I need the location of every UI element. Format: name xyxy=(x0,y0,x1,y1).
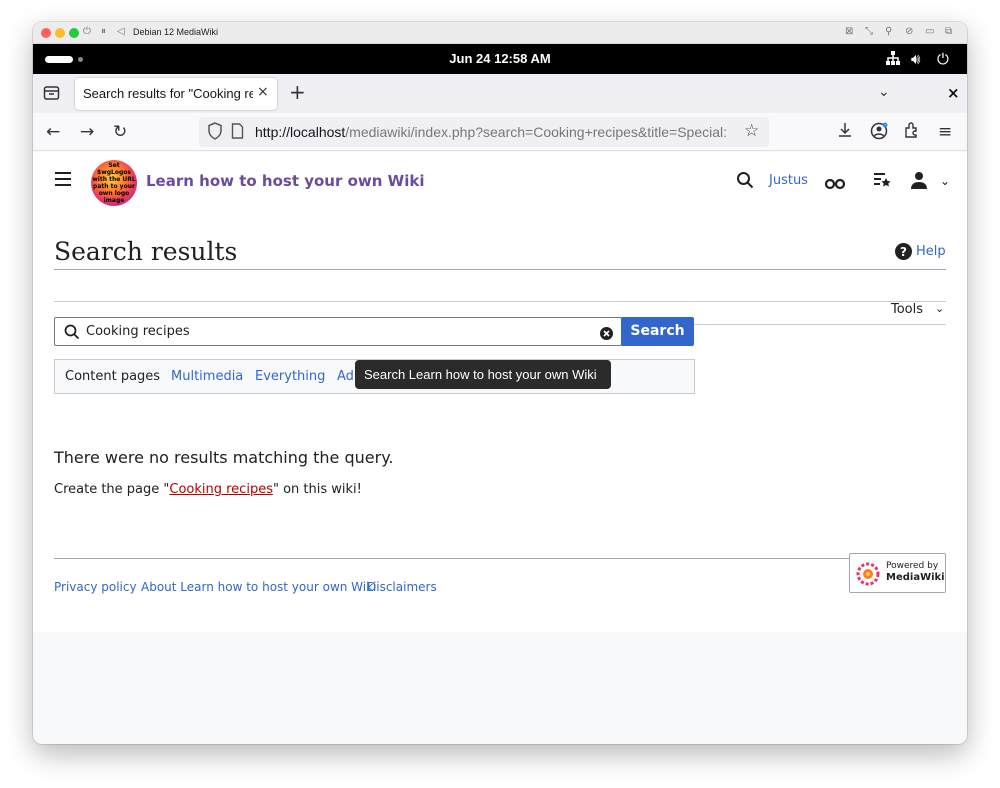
back-arrow-icon[interactable]: ← xyxy=(46,122,60,142)
zoom-window-button[interactable] xyxy=(69,28,79,38)
help-link[interactable]: Help xyxy=(916,244,946,259)
clear-search-icon[interactable] xyxy=(600,325,613,344)
shield-icon[interactable] xyxy=(207,122,223,144)
powered-by-line2: MediaWiki xyxy=(886,572,945,583)
svg-text:?: ? xyxy=(900,245,907,259)
hamburger-menu-icon[interactable]: ≡ xyxy=(938,122,952,142)
mediawiki-flower-icon xyxy=(856,562,880,590)
tab-label: Search results for "Cooking rec xyxy=(83,86,253,101)
site-title[interactable]: Learn how to host your own Wiki xyxy=(146,172,424,190)
user-menu-chevron-icon[interactable]: ⌄ xyxy=(940,174,950,188)
fullscreen-icon[interactable]: ⧉ xyxy=(945,26,952,38)
logo-placeholder-text: Set $wgLogos with the URL path to your o… xyxy=(92,162,136,204)
search-query: Cooking recipes xyxy=(86,324,190,339)
close-tab-icon[interactable]: × xyxy=(257,84,269,100)
reload-icon[interactable]: ↻ xyxy=(113,122,127,142)
footer-divider xyxy=(54,558,946,559)
url-bar[interactable]: http://localhost/mediawiki/index.php?sea… xyxy=(199,117,769,147)
search-button[interactable]: Search xyxy=(621,317,694,346)
user-menu-icon[interactable] xyxy=(910,171,928,193)
search-icon[interactable] xyxy=(736,171,754,193)
usb-icon[interactable]: ⚲ xyxy=(885,26,892,38)
footer-privacy-link[interactable]: Privacy policy xyxy=(54,580,137,594)
tab-content-pages[interactable]: Content pages xyxy=(65,369,160,384)
new-tab-button[interactable]: + xyxy=(289,80,306,104)
navigation-toolbar: ← → ↻ http://localhost/mediawiki/index.p… xyxy=(33,113,967,151)
back-icon[interactable]: ◁ xyxy=(117,26,125,38)
tab-multimedia[interactable]: Multimedia xyxy=(171,369,243,384)
user-link[interactable]: Justus xyxy=(769,173,808,188)
downloads-icon[interactable] xyxy=(837,122,853,143)
account-icon[interactable] xyxy=(870,122,888,145)
no-results-message: There were no results matching the query… xyxy=(54,448,394,467)
resize-icon[interactable]: ⤡ xyxy=(865,26,873,38)
wiki-page: Set $wgLogos with the URL path to your o… xyxy=(33,152,967,632)
tools-menu[interactable]: Tools xyxy=(891,302,923,317)
search-tooltip: Search Learn how to host your own Wiki xyxy=(355,360,611,389)
list-tabs-chevron-icon[interactable]: ⌄ xyxy=(878,84,890,100)
pause-icon[interactable]: ⏸ xyxy=(101,26,106,38)
powered-by-line1: Powered by xyxy=(886,561,939,571)
search-field-icon xyxy=(64,324,80,344)
powered-by-mediawiki-badge[interactable]: Powered by MediaWiki xyxy=(849,553,946,593)
url-text[interactable]: http://localhost/mediawiki/index.php?sea… xyxy=(255,124,735,140)
watchlist-icon[interactable] xyxy=(824,175,846,194)
tab-strip: Search results for "Cooking rec × + ⌄ × xyxy=(33,74,967,113)
close-window-button[interactable] xyxy=(41,28,51,38)
forward-arrow-icon[interactable]: → xyxy=(80,122,94,142)
gnome-top-bar: Jun 24 12:58 AM 🔊︎ ⏻ xyxy=(33,44,967,74)
bookmark-star-icon[interactable]: ☆ xyxy=(744,121,759,141)
search-input[interactable]: Cooking recipes xyxy=(54,317,622,346)
close-window-icon[interactable]: × xyxy=(947,84,960,102)
footer-about-link[interactable]: About Learn how to host your own Wiki xyxy=(141,580,376,594)
tab-search-results[interactable]: Search results for "Cooking rec × xyxy=(75,78,277,110)
settings-icon[interactable]: ⊘ xyxy=(905,26,913,38)
volume-icon[interactable]: 🔊︎ xyxy=(911,50,920,68)
title-divider xyxy=(54,269,946,270)
footer-disclaimers-link[interactable]: Disclaimers xyxy=(367,580,437,594)
create-page-message: Create the page "Cooking recipes" on thi… xyxy=(54,482,362,497)
create-page-link[interactable]: Cooking recipes xyxy=(169,482,273,497)
clock[interactable]: Jun 24 12:58 AM xyxy=(33,51,967,66)
main-menu-icon[interactable] xyxy=(54,171,72,191)
help-icon[interactable]: ? xyxy=(895,243,912,264)
firefox-view-icon[interactable] xyxy=(43,84,60,105)
tab-everything[interactable]: Everything xyxy=(255,369,325,384)
tools-chevron-icon[interactable]: ⌄ xyxy=(935,302,944,315)
power-menu-icon[interactable]: ⏻ xyxy=(937,50,949,68)
watchlist-star-icon[interactable] xyxy=(873,172,891,192)
minimize-window-button[interactable] xyxy=(55,28,65,38)
vm-title: Debian 12 MediaWiki xyxy=(133,27,219,37)
browser-window: ⏻ ⏸ ◁ Debian 12 MediaWiki ⊠ ⤡ ⚲ ⊘ ▭ ⧉ Ju… xyxy=(33,22,967,744)
extensions-icon[interactable] xyxy=(904,122,920,143)
folder-icon[interactable]: ▭ xyxy=(925,26,934,38)
screenshot-icon[interactable]: ⊠ xyxy=(845,26,853,38)
page-title: Search results xyxy=(54,237,238,266)
page-info-icon[interactable] xyxy=(231,123,244,143)
vm-title-bar: ⏻ ⏸ ◁ Debian 12 MediaWiki ⊠ ⤡ ⚲ ⊘ ▭ ⧉ xyxy=(33,22,967,44)
tools-divider-top xyxy=(54,301,946,302)
tab-advanced[interactable]: Ad xyxy=(337,369,354,384)
power-icon[interactable]: ⏻ xyxy=(83,26,91,38)
network-icon[interactable] xyxy=(885,50,901,70)
